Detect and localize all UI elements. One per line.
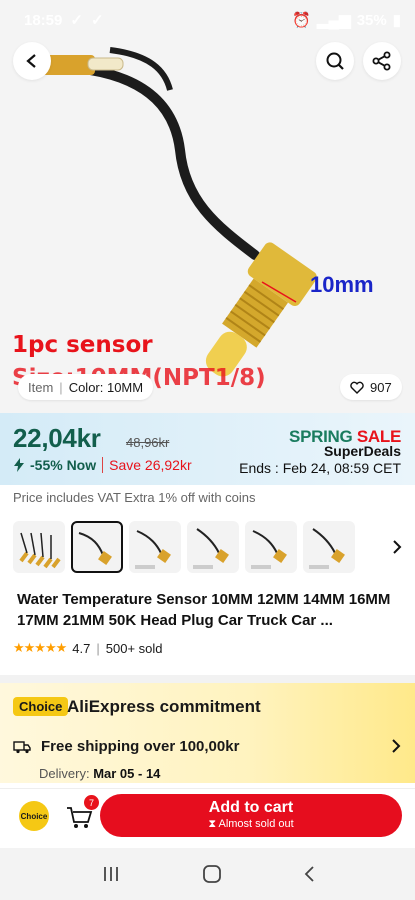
shipping-details-button[interactable] xyxy=(391,738,401,759)
add-to-cart-button[interactable]: Add to cart ⧗ Almost sold out xyxy=(100,794,402,837)
variant-thumb-selected[interactable] xyxy=(71,521,123,573)
selected-variant-chip[interactable]: Item | Color: 10MM xyxy=(18,374,154,400)
vat-note: Price includes VAT Extra 1% off with coi… xyxy=(13,490,256,505)
divider: | xyxy=(96,640,100,656)
variant-thumbnails xyxy=(13,521,355,573)
wishlist-count: 907 xyxy=(370,379,392,395)
discount-row: -55% Now Save 26,92kr xyxy=(14,457,192,473)
cart-count-badge: 7 xyxy=(84,795,99,810)
original-price: 48,96kr xyxy=(126,435,170,450)
product-image-area[interactable]: 10mm 1pc sensor Size:10MM(NPT1/8) Item |… xyxy=(0,0,415,413)
discount-percent: -55% Now xyxy=(30,457,97,473)
item-label: Item xyxy=(28,379,54,395)
product-title[interactable]: Water Temperature Sensor 10MM 12MM 14MM … xyxy=(17,589,402,631)
back-button[interactable] xyxy=(13,42,51,80)
share-button[interactable] xyxy=(363,42,401,80)
image-caption-line1: 1pc sensor xyxy=(12,332,153,358)
variant-thumb[interactable] xyxy=(303,521,355,573)
status-bar: 18:59 ✓ ✓ ⏰ ▂▄▆ 35% ▮ xyxy=(0,0,415,40)
bolt-icon xyxy=(14,458,24,472)
thumbnails-next-button[interactable] xyxy=(385,535,409,559)
status-time: 18:59 xyxy=(24,11,63,29)
delivery-estimate: Delivery: Mar 05 - 14 xyxy=(39,766,160,781)
choice-title: AliExpress commitment xyxy=(67,697,261,716)
system-nav-bar xyxy=(0,848,415,900)
variant-thumb[interactable] xyxy=(13,521,65,573)
ends-label: Ends : xyxy=(239,460,279,476)
sold-count: 500+ sold xyxy=(105,640,163,656)
rating-row[interactable]: ★★★★★ 4.7 | 500+ sold xyxy=(13,640,163,656)
current-price: 22,04kr xyxy=(13,423,101,453)
chevron-right-icon xyxy=(392,739,401,753)
variant-thumb[interactable] xyxy=(129,521,181,573)
variant-thumb[interactable] xyxy=(245,521,297,573)
check-icon: ✓ xyxy=(90,12,104,29)
star-rating-icon: ★★★★★ xyxy=(13,640,67,655)
battery-level: 35% xyxy=(356,11,387,29)
share-icon xyxy=(372,51,391,71)
search-icon xyxy=(326,52,344,70)
add-to-cart-label: Add to cart xyxy=(208,799,294,816)
superdeals-label: SuperDeals xyxy=(323,443,401,459)
shipping-row[interactable]: Free shipping over 100,00kr xyxy=(13,738,239,755)
save-amount: Save 26,92kr xyxy=(102,457,192,473)
color-label: Color: 10MM xyxy=(68,379,144,395)
alarm-icon: ⏰ xyxy=(292,12,311,29)
chevron-right-icon xyxy=(393,540,402,554)
delivery-label: Delivery: xyxy=(39,766,90,781)
ends-value: Feb 24, 08:59 CET xyxy=(282,460,401,476)
home-icon[interactable] xyxy=(202,864,222,884)
shipping-text: Free shipping over 100,00kr xyxy=(41,738,240,755)
recent-apps-icon[interactable] xyxy=(101,865,121,883)
delivery-value: Mar 05 - 14 xyxy=(93,766,161,781)
hourglass-icon: ⧗ xyxy=(208,818,219,830)
deal-end: Ends : Feb 24, 08:59 CET xyxy=(239,460,401,476)
truck-icon xyxy=(13,740,31,753)
stock-note: ⧗ Almost sold out xyxy=(100,818,402,831)
back-nav-icon[interactable] xyxy=(303,865,315,883)
signal-icon: ▂▄▆ xyxy=(317,12,351,29)
search-button[interactable] xyxy=(316,42,354,80)
variant-thumb[interactable] xyxy=(187,521,239,573)
stock-note-text: Almost sold out xyxy=(218,818,294,830)
wishlist-button[interactable]: 907 xyxy=(340,374,402,400)
choice-logo[interactable]: Choice xyxy=(19,801,49,831)
rating-value: 4.7 xyxy=(72,640,91,656)
check-icon: ✓ xyxy=(70,12,83,29)
battery-icon: ▮ xyxy=(392,12,401,29)
divider: | xyxy=(59,379,63,395)
section-divider xyxy=(0,675,415,683)
dimension-label: 10mm xyxy=(310,272,374,297)
chevron-left-icon xyxy=(26,54,36,68)
choice-badge: Choice xyxy=(13,697,69,716)
heart-icon xyxy=(350,381,364,394)
